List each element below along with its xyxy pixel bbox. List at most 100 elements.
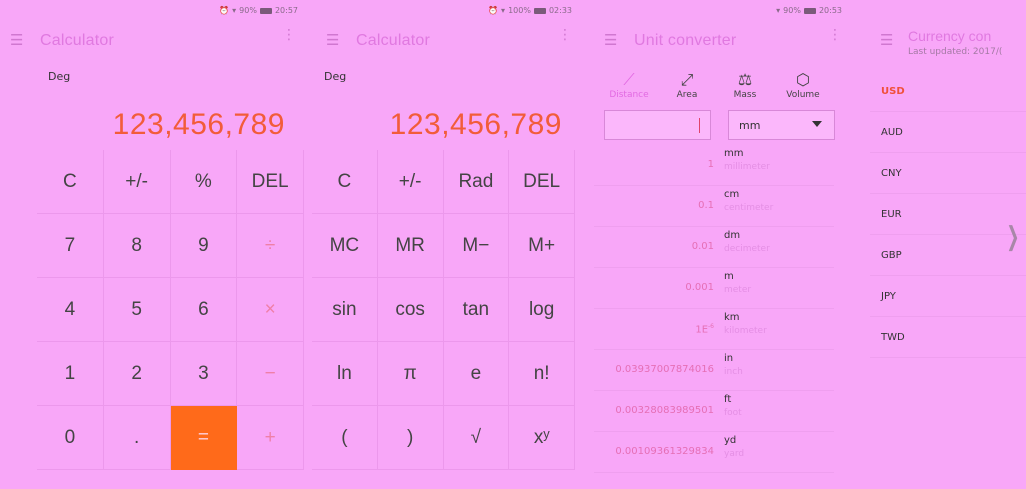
chevron-right-icon[interactable]: ❯ [1007, 222, 1020, 252]
unit-row-in[interactable]: 0.03937007874016 in inch [594, 350, 834, 391]
unit-name: meter [724, 285, 752, 295]
key-close-paren[interactable]: ) [377, 406, 444, 470]
key-del[interactable]: DEL [509, 150, 575, 214]
menu-icon[interactable]: ☰ [10, 32, 26, 48]
key-sin[interactable]: sin [312, 278, 378, 342]
key-cos[interactable]: cos [377, 278, 444, 342]
category-tabs: ⟋ Distance ⤢ Area ⚖ Mass ⬡ Volume [602, 70, 830, 100]
more-options-icon[interactable]: ⋮ [282, 28, 296, 42]
key-percent[interactable]: % [170, 150, 238, 214]
key-0[interactable]: 0 [37, 406, 104, 470]
tab-distance[interactable]: ⟋ Distance [602, 70, 656, 100]
key-mc[interactable]: MC [312, 214, 378, 278]
unit-row-km[interactable]: 1E-6 km kilometer [594, 309, 834, 350]
unit-abbr: cm [724, 189, 740, 200]
key-open-paren[interactable]: ( [312, 406, 378, 470]
unit-name: foot [724, 408, 742, 418]
currency-item-cny[interactable]: CNY [870, 153, 1026, 194]
unit-abbr: mm [724, 148, 744, 159]
key-1[interactable]: 1 [37, 342, 104, 406]
status-bar: ⏰ ▾ 90% 20:57 [219, 6, 298, 15]
currency-item-usd[interactable]: USD [870, 71, 1026, 112]
app-title: Calculator [40, 32, 115, 49]
unit-abbr: in [724, 353, 734, 364]
currency-item-jpy[interactable]: JPY [870, 276, 1026, 317]
tab-label: Area [676, 90, 698, 100]
unit-name: decimeter [724, 244, 770, 254]
unit-abbr: km [724, 312, 740, 323]
currency-item-gbp[interactable]: GBP [870, 235, 1026, 276]
key-equals[interactable]: = [170, 406, 238, 470]
unit-row-yd[interactable]: 0.00109361329834 yd yard [594, 432, 834, 473]
key-log[interactable]: log [509, 278, 575, 342]
app-title: Calculator [356, 32, 431, 49]
battery-icon [533, 7, 546, 14]
key-m-minus[interactable]: M− [443, 214, 510, 278]
signal-icon: ▾ [776, 6, 781, 15]
value-input[interactable] [604, 110, 711, 140]
unit-value-text: 0.00109361329834 [615, 446, 714, 457]
unit-row-ft[interactable]: 0.00328083989501 ft foot [594, 391, 834, 432]
key-7[interactable]: 7 [37, 214, 104, 278]
key-factorial[interactable]: n! [509, 342, 575, 406]
key-c[interactable]: C [312, 150, 378, 214]
unit-dropdown[interactable]: mm [728, 110, 835, 140]
key-2[interactable]: 2 [103, 342, 171, 406]
tab-label: Volume [786, 90, 820, 100]
calc-display: 123,456,789 [112, 108, 285, 141]
unit-row-dm[interactable]: 0.01 dm decimeter [594, 227, 834, 268]
currency-item-eur[interactable]: EUR [870, 194, 1026, 235]
unit-name: millimeter [724, 162, 770, 172]
battery-icon [259, 7, 272, 14]
key-decimal[interactable]: . [103, 406, 171, 470]
signal-icon: ▾ [501, 6, 506, 15]
tab-label: Distance [609, 90, 649, 100]
app-title: Unit converter [634, 32, 737, 49]
key-ln[interactable]: ln [312, 342, 378, 406]
key-divide[interactable]: ÷ [237, 214, 304, 278]
chevron-down-icon [812, 121, 822, 127]
unit-name: inch [724, 367, 743, 377]
key-power[interactable]: xʸ [509, 406, 575, 470]
key-e[interactable]: e [443, 342, 510, 406]
unit-row-mm[interactable]: 1 mm millimeter [594, 145, 834, 186]
menu-icon[interactable]: ☰ [326, 32, 342, 48]
key-4[interactable]: 4 [37, 278, 104, 342]
key-6[interactable]: 6 [170, 278, 238, 342]
currency-item-aud[interactable]: AUD [870, 112, 1026, 153]
currency-item-twd[interactable]: TWD [870, 317, 1026, 358]
last-updated: Last updated: 2017/( [908, 47, 1003, 57]
key-rad[interactable]: Rad [443, 150, 510, 214]
unit-row-cm[interactable]: 0.1 cm centimeter [594, 186, 834, 227]
key-plus-minus[interactable]: +/- [103, 150, 171, 214]
selected-unit: mm [739, 119, 761, 132]
unit-value-text: 0.001 [685, 282, 714, 293]
key-8[interactable]: 8 [103, 214, 171, 278]
tab-volume[interactable]: ⬡ Volume [776, 70, 830, 100]
key-multiply[interactable]: × [237, 278, 304, 342]
key-c[interactable]: C [37, 150, 104, 214]
key-plus[interactable]: + [237, 406, 304, 470]
unit-abbr: m [724, 271, 734, 282]
key-tan[interactable]: tan [443, 278, 510, 342]
key-minus[interactable]: − [237, 342, 304, 406]
key-del[interactable]: DEL [237, 150, 304, 214]
key-5[interactable]: 5 [103, 278, 171, 342]
clock: 02:33 [548, 6, 572, 15]
tab-mass[interactable]: ⚖ Mass [718, 70, 772, 100]
tab-area[interactable]: ⤢ Area [660, 70, 714, 100]
clock: 20:57 [274, 6, 298, 15]
key-pi[interactable]: π [377, 342, 444, 406]
unit-value-text: 1 [707, 159, 714, 170]
menu-icon[interactable]: ☰ [880, 32, 896, 48]
key-mr[interactable]: MR [377, 214, 444, 278]
key-sqrt[interactable]: √ [443, 406, 510, 470]
key-plus-minus[interactable]: +/- [377, 150, 444, 214]
more-options-icon[interactable]: ⋮ [828, 28, 842, 42]
menu-icon[interactable]: ☰ [604, 32, 620, 48]
unit-row-m[interactable]: 0.001 m meter [594, 268, 834, 309]
key-9[interactable]: 9 [170, 214, 238, 278]
key-m-plus[interactable]: M+ [509, 214, 575, 278]
key-3[interactable]: 3 [170, 342, 238, 406]
more-options-icon[interactable]: ⋮ [558, 28, 572, 42]
